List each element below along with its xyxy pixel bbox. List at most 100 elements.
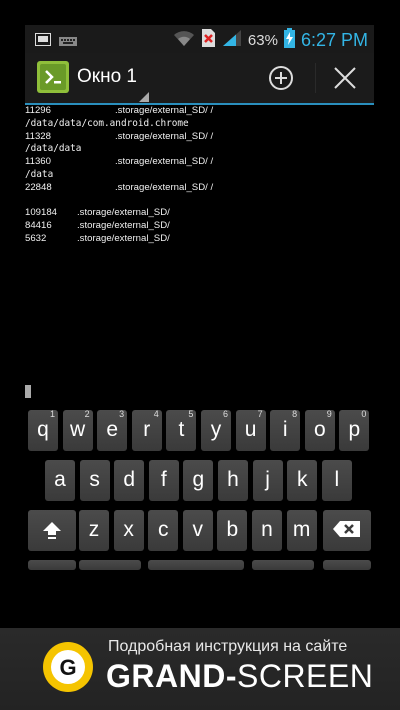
- window-title[interactable]: Окно 1: [77, 66, 137, 88]
- phone-screen: 63% 6:27 PM Окно 1 11296 .storage/extern…: [25, 25, 374, 625]
- add-circle-icon: [269, 66, 293, 90]
- key-k[interactable]: k: [287, 460, 318, 501]
- key-hint: 3: [119, 409, 125, 419]
- terminal-line: /data/data: [25, 143, 374, 156]
- key-h[interactable]: h: [218, 460, 248, 501]
- terminal-size: 11328: [25, 130, 51, 142]
- terminal-line: 22848 .storage/external_SD/ /: [25, 182, 374, 195]
- key-x[interactable]: x: [113, 510, 144, 551]
- terminal-line: /data/data/com.android.chrome: [25, 118, 374, 131]
- key-hint: 8: [292, 409, 298, 419]
- key-hint: 6: [222, 409, 228, 419]
- key-l[interactable]: l: [321, 460, 352, 501]
- key-u[interactable]: u7: [235, 409, 266, 451]
- key-d[interactable]: d: [114, 460, 145, 501]
- bottom-row-key[interactable]: [28, 560, 76, 570]
- terminal-line: 84416 .storage/external_SD/: [25, 220, 374, 233]
- terminal-path: .storage/external_SD/ /: [115, 130, 214, 142]
- terminal-size: 22848: [25, 181, 52, 193]
- key-label: f: [160, 468, 167, 491]
- key-g[interactable]: g: [183, 460, 214, 501]
- key-s[interactable]: s: [79, 460, 110, 501]
- key-t[interactable]: t5: [166, 409, 197, 451]
- terminal-cursor: [25, 385, 31, 398]
- backspace-icon: [333, 521, 360, 537]
- key-v[interactable]: v: [182, 510, 213, 551]
- battery-percent: 63%: [247, 31, 278, 49]
- key-label: c: [157, 518, 169, 541]
- terminal-path-text: /data/data: [25, 143, 82, 155]
- key-p[interactable]: p0: [339, 409, 370, 451]
- key-label: q: [37, 418, 49, 441]
- key-label: p: [348, 418, 361, 441]
- shift-key[interactable]: [28, 510, 76, 551]
- key-z[interactable]: z: [79, 510, 109, 551]
- key-w[interactable]: w2: [62, 409, 93, 451]
- key-i[interactable]: i8: [270, 409, 301, 451]
- action-divider: [315, 63, 316, 93]
- key-label: o: [313, 418, 326, 441]
- watermark-banner: G Подробная инструкция на сайте GRAND-SC…: [0, 628, 400, 710]
- key-label: h: [227, 468, 239, 491]
- grand-screen-logo-icon: G: [42, 641, 94, 693]
- terminal-output[interactable]: 11296 .storage/external_SD/ //data/data/c…: [25, 105, 374, 390]
- wifi-icon: [173, 30, 195, 51]
- bottom-row-key[interactable]: [148, 560, 244, 570]
- bottom-row-key[interactable]: [252, 560, 314, 570]
- key-m[interactable]: m: [286, 510, 317, 551]
- key-hint: 4: [153, 409, 159, 419]
- key-label: i: [282, 418, 288, 441]
- key-r[interactable]: r4: [131, 409, 162, 451]
- screen-icon: [35, 31, 51, 50]
- key-j[interactable]: j: [252, 460, 283, 501]
- terminal-path: .storage/external_SD/ /: [115, 181, 214, 193]
- svg-text:G: G: [59, 655, 76, 680]
- terminal-line: 11360 .storage/external_SD/ /: [25, 156, 374, 169]
- key-c[interactable]: c: [148, 510, 179, 551]
- terminal-path-text: /data: [25, 168, 54, 180]
- key-hint: 7: [257, 409, 263, 419]
- keyboard-icon: [59, 31, 77, 50]
- brand-regular: SCREEN: [236, 658, 374, 694]
- banner-caption: Подробная инструкция на сайте: [108, 638, 348, 655]
- signal-icon: [222, 29, 242, 51]
- key-q[interactable]: q1: [28, 409, 58, 451]
- key-label: m: [292, 518, 311, 541]
- terminal-line: 11296 .storage/external_SD/ /: [25, 105, 374, 118]
- key-label: l: [334, 468, 340, 491]
- terminal-line: 11328 .storage/external_SD/ /: [25, 131, 374, 144]
- key-a[interactable]: a: [45, 460, 75, 501]
- key-label: u: [244, 418, 257, 441]
- key-e[interactable]: e3: [97, 409, 128, 451]
- terminal-path: .storage/external_SD/: [77, 207, 170, 219]
- key-label: g: [192, 468, 205, 491]
- terminal-line: 109184 .storage/external_SD/: [25, 207, 374, 220]
- terminal-line: /data: [25, 169, 374, 182]
- app-icon: [37, 61, 69, 93]
- key-hint: 5: [188, 409, 194, 419]
- terminal-path: .storage/external_SD/ /: [115, 156, 214, 168]
- key-label: a: [54, 468, 66, 491]
- terminal-size: 84416: [25, 220, 52, 232]
- terminal-size: 11360: [25, 156, 51, 168]
- status-bar: 63% 6:27 PM: [25, 25, 374, 53]
- dropdown-triangle-icon[interactable]: [139, 87, 149, 106]
- key-hint: 2: [84, 409, 90, 419]
- terminal-size: 5632: [25, 232, 47, 244]
- key-y[interactable]: y6: [201, 409, 231, 451]
- brand-bold: GRAND-: [106, 658, 237, 694]
- close-window-button[interactable]: [333, 66, 357, 90]
- shift-icon: [43, 522, 61, 539]
- terminal-path: .storage/external_SD/ /: [115, 105, 214, 116]
- bottom-row-key[interactable]: [79, 560, 141, 570]
- add-window-button[interactable]: [268, 65, 294, 91]
- key-n[interactable]: n: [252, 510, 282, 551]
- key-b[interactable]: b: [217, 510, 248, 551]
- terminal-path: .storage/external_SD/: [77, 220, 170, 232]
- key-f[interactable]: f: [148, 460, 179, 501]
- terminal-path-text: /data/data/com.android.chrome: [25, 117, 189, 129]
- delete-key[interactable]: [323, 510, 371, 551]
- key-hint: 0: [361, 409, 367, 419]
- key-o[interactable]: o9: [304, 409, 335, 451]
- bottom-row-key[interactable]: [323, 560, 371, 570]
